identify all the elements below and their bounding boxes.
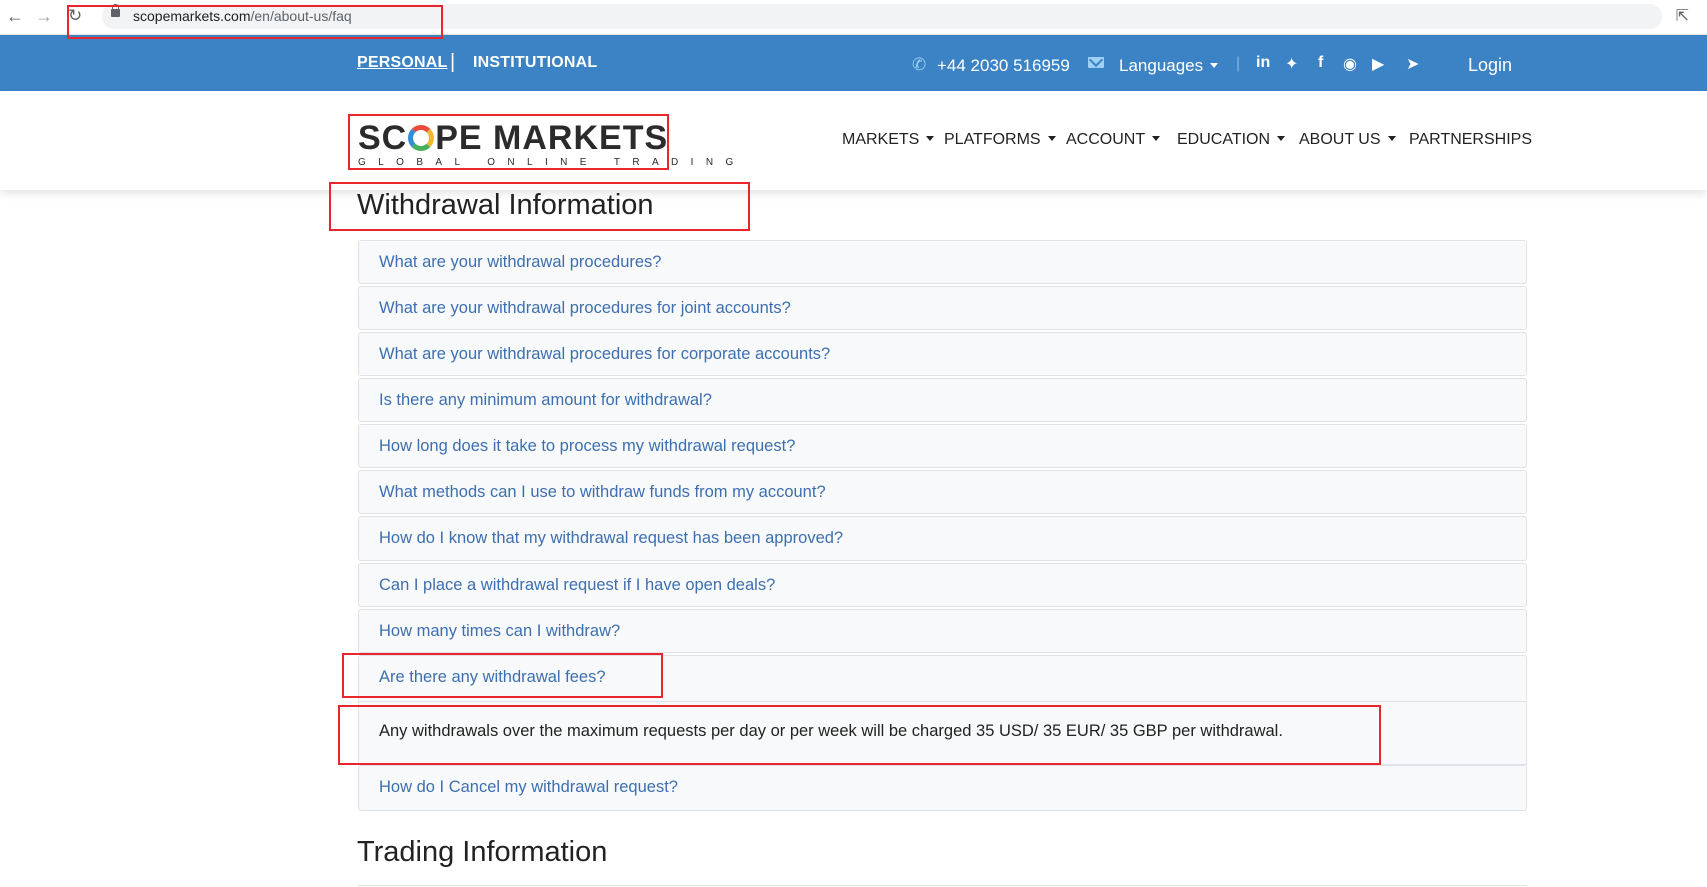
faq-item[interactable]: Is there any minimum amount for withdraw… [358,378,1527,422]
faq-item-expanded[interactable]: Are there any withdrawal fees? [358,655,1527,701]
linkedin-icon[interactable]: in [1256,54,1270,72]
phone-number[interactable]: +44 2030 516959 [937,56,1070,76]
facebook-icon[interactable]: f [1318,54,1323,72]
forward-arrow-icon[interactable]: → [35,6,53,26]
back-arrow-icon[interactable]: ← [6,6,24,26]
divider: | [1236,55,1241,72]
browser-toolbar: ← → ↻ scopemarkets.com/en/about-us/faq ⇱ [0,0,1707,35]
login-link[interactable]: Login [1468,55,1512,76]
nav-markets[interactable]: MARKETS [842,131,935,149]
languages-dropdown[interactable]: Languages [1119,56,1219,76]
youtube-icon[interactable]: ▶ [1372,54,1384,74]
top-utility-bar: PERSONAL | INSTITUTIONAL ✆ +44 2030 5169… [0,35,1707,91]
withdrawal-section-title: Withdrawal Information [357,189,654,221]
faq-item[interactable]: How long does it take to process my with… [358,424,1527,468]
faq-item[interactable]: Can I place a withdrawal request if I ha… [358,563,1527,607]
separator: | [450,51,456,73]
scope-markets-logo[interactable]: SC PE MARKETS GLOBAL ONLINE TRADING [358,121,746,168]
instagram-icon[interactable]: ◉ [1343,54,1357,74]
mail-icon[interactable] [1088,57,1104,68]
nav-about-us[interactable]: ABOUT US [1299,131,1396,149]
telegram-icon[interactable]: ➤ [1406,54,1419,74]
logo-o-ring-icon [408,125,435,151]
nav-partnerships[interactable]: PARTNERSHIPS [1409,131,1532,149]
lock-icon [111,4,120,17]
faq-item[interactable]: What are your withdrawal procedures for … [358,332,1527,376]
personal-link[interactable]: PERSONAL [357,54,448,72]
institutional-link[interactable]: INSTITUTIONAL [473,54,597,72]
phone-icon: ✆ [912,55,927,74]
url-text[interactable]: scopemarkets.com/en/about-us/faq [133,8,352,24]
nav-account[interactable]: ACCOUNT [1066,131,1161,149]
nav-platforms[interactable]: PLATFORMS [944,131,1056,149]
faq-item[interactable]: What are your withdrawal procedures for … [358,286,1527,330]
faq-answer: Any withdrawals over the maximum request… [358,701,1527,765]
section-divider [358,885,1527,886]
share-icon[interactable]: ⇱ [1676,6,1689,26]
faq-item[interactable]: What are your withdrawal procedures? [358,240,1527,284]
faq-item[interactable]: How do I Cancel my withdrawal request? [358,765,1527,811]
faq-item[interactable]: How do I know that my withdrawal request… [358,516,1527,561]
twitter-icon[interactable]: ✦ [1285,54,1298,74]
reload-icon[interactable]: ↻ [68,6,82,26]
nav-education[interactable]: EDUCATION [1177,131,1286,149]
trading-section-title: Trading Information [357,836,608,868]
faq-item[interactable]: How many times can I withdraw? [358,609,1527,653]
faq-item[interactable]: What methods can I use to withdraw funds… [358,470,1527,514]
